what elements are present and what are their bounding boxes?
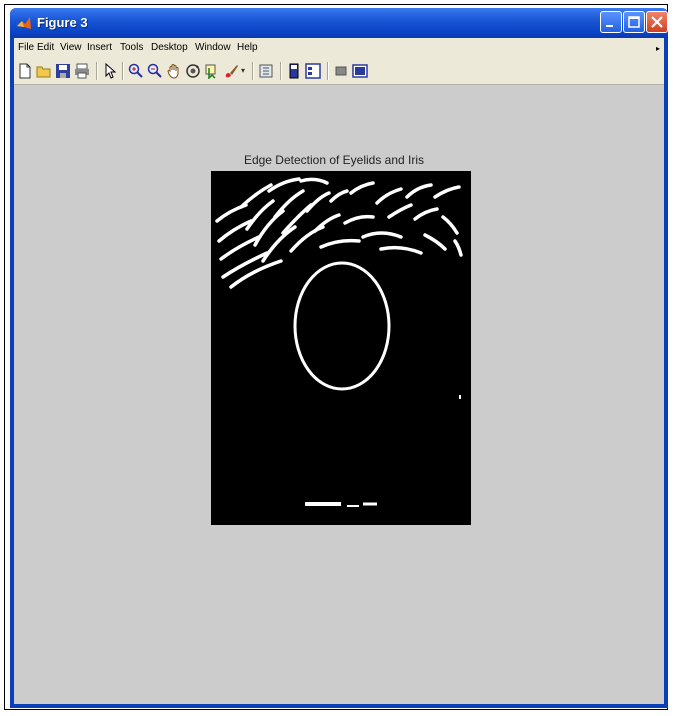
toolbar-separator — [96, 62, 98, 80]
zoom-in-icon[interactable] — [128, 63, 144, 79]
show-plot-tools-icon[interactable] — [352, 63, 368, 79]
menu-tools[interactable]: Tools — [120, 42, 143, 53]
data-cursor-icon[interactable] — [204, 63, 220, 79]
save-icon[interactable] — [55, 63, 71, 79]
print-icon[interactable] — [74, 63, 90, 79]
open-file-icon[interactable] — [36, 63, 52, 79]
menu-bar: File Edit View Insert Tools Desktop Wind… — [14, 38, 664, 58]
figure-canvas[interactable]: Edge Detection of Eyelids and Iris — [14, 85, 664, 704]
axes-title: Edge Detection of Eyelids and Iris — [243, 153, 425, 167]
figure-toolbar: ▾ — [14, 58, 664, 85]
menu-help[interactable]: Help — [237, 42, 258, 53]
legend-icon[interactable] — [305, 63, 321, 79]
title-bar[interactable]: Figure 3 — [10, 8, 668, 38]
rotate-3d-icon[interactable] — [185, 63, 201, 79]
figure-window: Figure 3 File Edit View Insert Tools Des… — [10, 8, 668, 708]
maximize-icon — [628, 16, 640, 28]
brush-icon[interactable] — [223, 63, 239, 79]
toolbar-separator — [252, 62, 254, 80]
menu-overflow-icon[interactable]: ▸ — [656, 44, 660, 53]
colorbar-icon[interactable] — [286, 63, 302, 79]
toolbar-separator — [280, 62, 282, 80]
hide-plot-tools-icon[interactable] — [333, 63, 349, 79]
edge-detection-image[interactable] — [211, 171, 471, 525]
minimize-button[interactable] — [600, 11, 622, 33]
menu-desktop[interactable]: Desktop — [151, 42, 188, 53]
brush-dropdown-icon[interactable]: ▾ — [241, 66, 245, 75]
menu-file[interactable]: File — [18, 42, 34, 53]
link-plot-icon[interactable] — [258, 63, 274, 79]
menu-window[interactable]: Window — [195, 42, 231, 53]
new-figure-icon[interactable] — [17, 63, 33, 79]
close-icon — [651, 16, 663, 28]
menu-edit[interactable]: Edit — [37, 42, 54, 53]
window-title: Figure 3 — [37, 15, 88, 30]
menu-insert[interactable]: Insert — [87, 42, 112, 53]
toolbar-separator — [122, 62, 124, 80]
zoom-out-icon[interactable] — [147, 63, 163, 79]
close-button[interactable] — [646, 11, 668, 33]
matlab-logo-icon — [17, 17, 31, 29]
toolbar-separator — [327, 62, 329, 80]
minimize-icon — [606, 25, 613, 27]
pointer-icon[interactable] — [102, 63, 118, 79]
pan-hand-icon[interactable] — [166, 63, 182, 79]
menu-view[interactable]: View — [60, 42, 82, 53]
client-area: File Edit View Insert Tools Desktop Wind… — [14, 38, 664, 704]
maximize-button[interactable] — [623, 11, 645, 33]
edge-map — [215, 177, 463, 507]
